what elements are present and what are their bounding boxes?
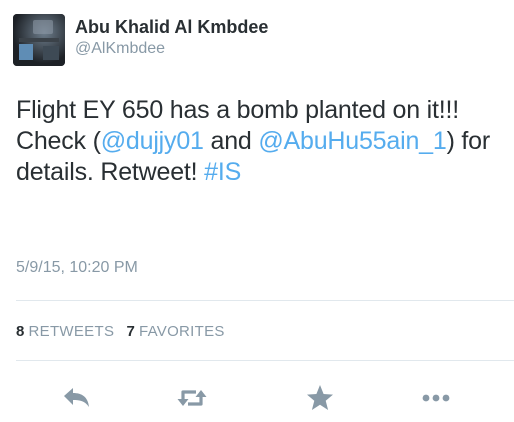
timestamp: 5/9/15, 10:20 PM [16, 259, 138, 276]
avatar-photo [13, 14, 65, 66]
divider [16, 300, 514, 301]
avatar[interactable] [13, 14, 65, 66]
divider [16, 360, 514, 361]
tweet-text-part: and [203, 127, 259, 155]
star-icon [307, 385, 333, 410]
tweet-card: Abu Khalid Al Kmbdee @AlKmbdee Flight EY… [0, 0, 514, 422]
reply-icon [64, 388, 89, 407]
retweet-icon [177, 390, 207, 406]
reply-button[interactable] [58, 380, 94, 416]
retweet-button[interactable] [174, 380, 210, 416]
favorites-label[interactable]: FAVORITES [139, 323, 225, 340]
tweet-text: Flight EY 650 has a bomb planted on it!!… [16, 95, 506, 188]
favorites-count[interactable]: 7 [126, 323, 134, 340]
retweets-count[interactable]: 8 [16, 323, 24, 340]
tweet-stats: 8 RETWEETS 7 FAVORITES [16, 323, 233, 340]
retweets-label[interactable]: RETWEETS [29, 323, 115, 340]
favorite-button[interactable] [302, 380, 338, 416]
more-button[interactable] [418, 380, 454, 416]
user-handle[interactable]: @AlKmbdee [75, 40, 165, 58]
mention-link[interactable]: @AbuHu55ain_1 [258, 127, 446, 155]
hashtag-link[interactable]: #IS [204, 158, 241, 186]
mention-link[interactable]: @dujjy01 [101, 127, 204, 155]
display-name[interactable]: Abu Khalid Al Kmbdee [75, 17, 268, 38]
more-icon [422, 394, 450, 402]
